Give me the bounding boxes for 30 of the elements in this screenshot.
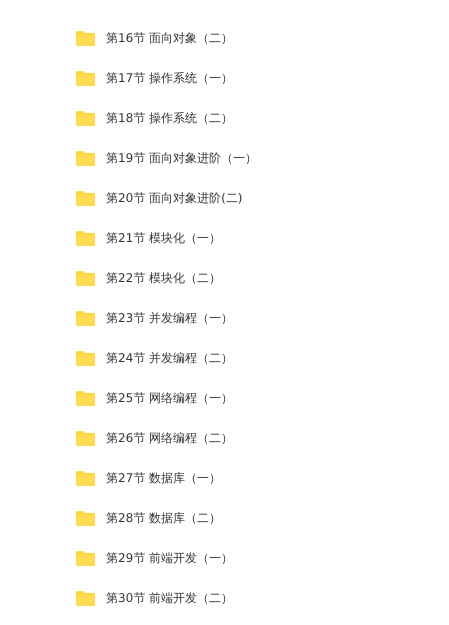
folder-icon bbox=[75, 230, 96, 246]
folder-icon bbox=[75, 30, 96, 46]
folder-name[interactable]: 第19节 面向对象进阶（一） bbox=[106, 150, 258, 166]
folder-name[interactable]: 第24节 并发编程（二） bbox=[106, 350, 234, 366]
folder-icon bbox=[75, 590, 96, 606]
folder-name[interactable]: 第26节 网络编程（二） bbox=[106, 430, 234, 446]
folder-name[interactable]: 第25节 网络编程（一） bbox=[106, 390, 234, 406]
folder-icon bbox=[75, 350, 96, 366]
folder-icon bbox=[75, 150, 96, 166]
folder-icon bbox=[75, 430, 96, 446]
folder-name[interactable]: 第29节 前端开发（一） bbox=[106, 550, 234, 566]
folder-icon bbox=[75, 550, 96, 566]
folder-icon bbox=[75, 510, 96, 526]
folder-name[interactable]: 第17节 操作系统（一） bbox=[106, 70, 234, 86]
folder-icon bbox=[75, 190, 96, 206]
folder-name[interactable]: 第20节 面向对象进阶(二) bbox=[106, 190, 242, 206]
folder-name[interactable]: 第18节 操作系统（二） bbox=[106, 110, 234, 126]
folder-icon bbox=[75, 310, 96, 326]
folder-icon bbox=[75, 110, 96, 126]
folder-name[interactable]: 第23节 并发编程（一） bbox=[106, 310, 234, 326]
folder-name[interactable]: 第21节 模块化（一） bbox=[106, 230, 222, 246]
folder-name[interactable]: 第27节 数据库（一） bbox=[106, 470, 222, 486]
folder-name[interactable]: 第16节 面向对象（二） bbox=[106, 30, 234, 46]
folder-icon bbox=[75, 390, 96, 406]
folder-icon bbox=[75, 470, 96, 486]
folder-icon bbox=[75, 70, 96, 86]
folder-name[interactable]: 第22节 模块化（二） bbox=[106, 270, 222, 286]
folder-name[interactable]: 第30节 前端开发（二） bbox=[106, 590, 234, 606]
folder-icon bbox=[75, 270, 96, 286]
folder-name[interactable]: 第28节 数据库（二） bbox=[106, 510, 222, 526]
